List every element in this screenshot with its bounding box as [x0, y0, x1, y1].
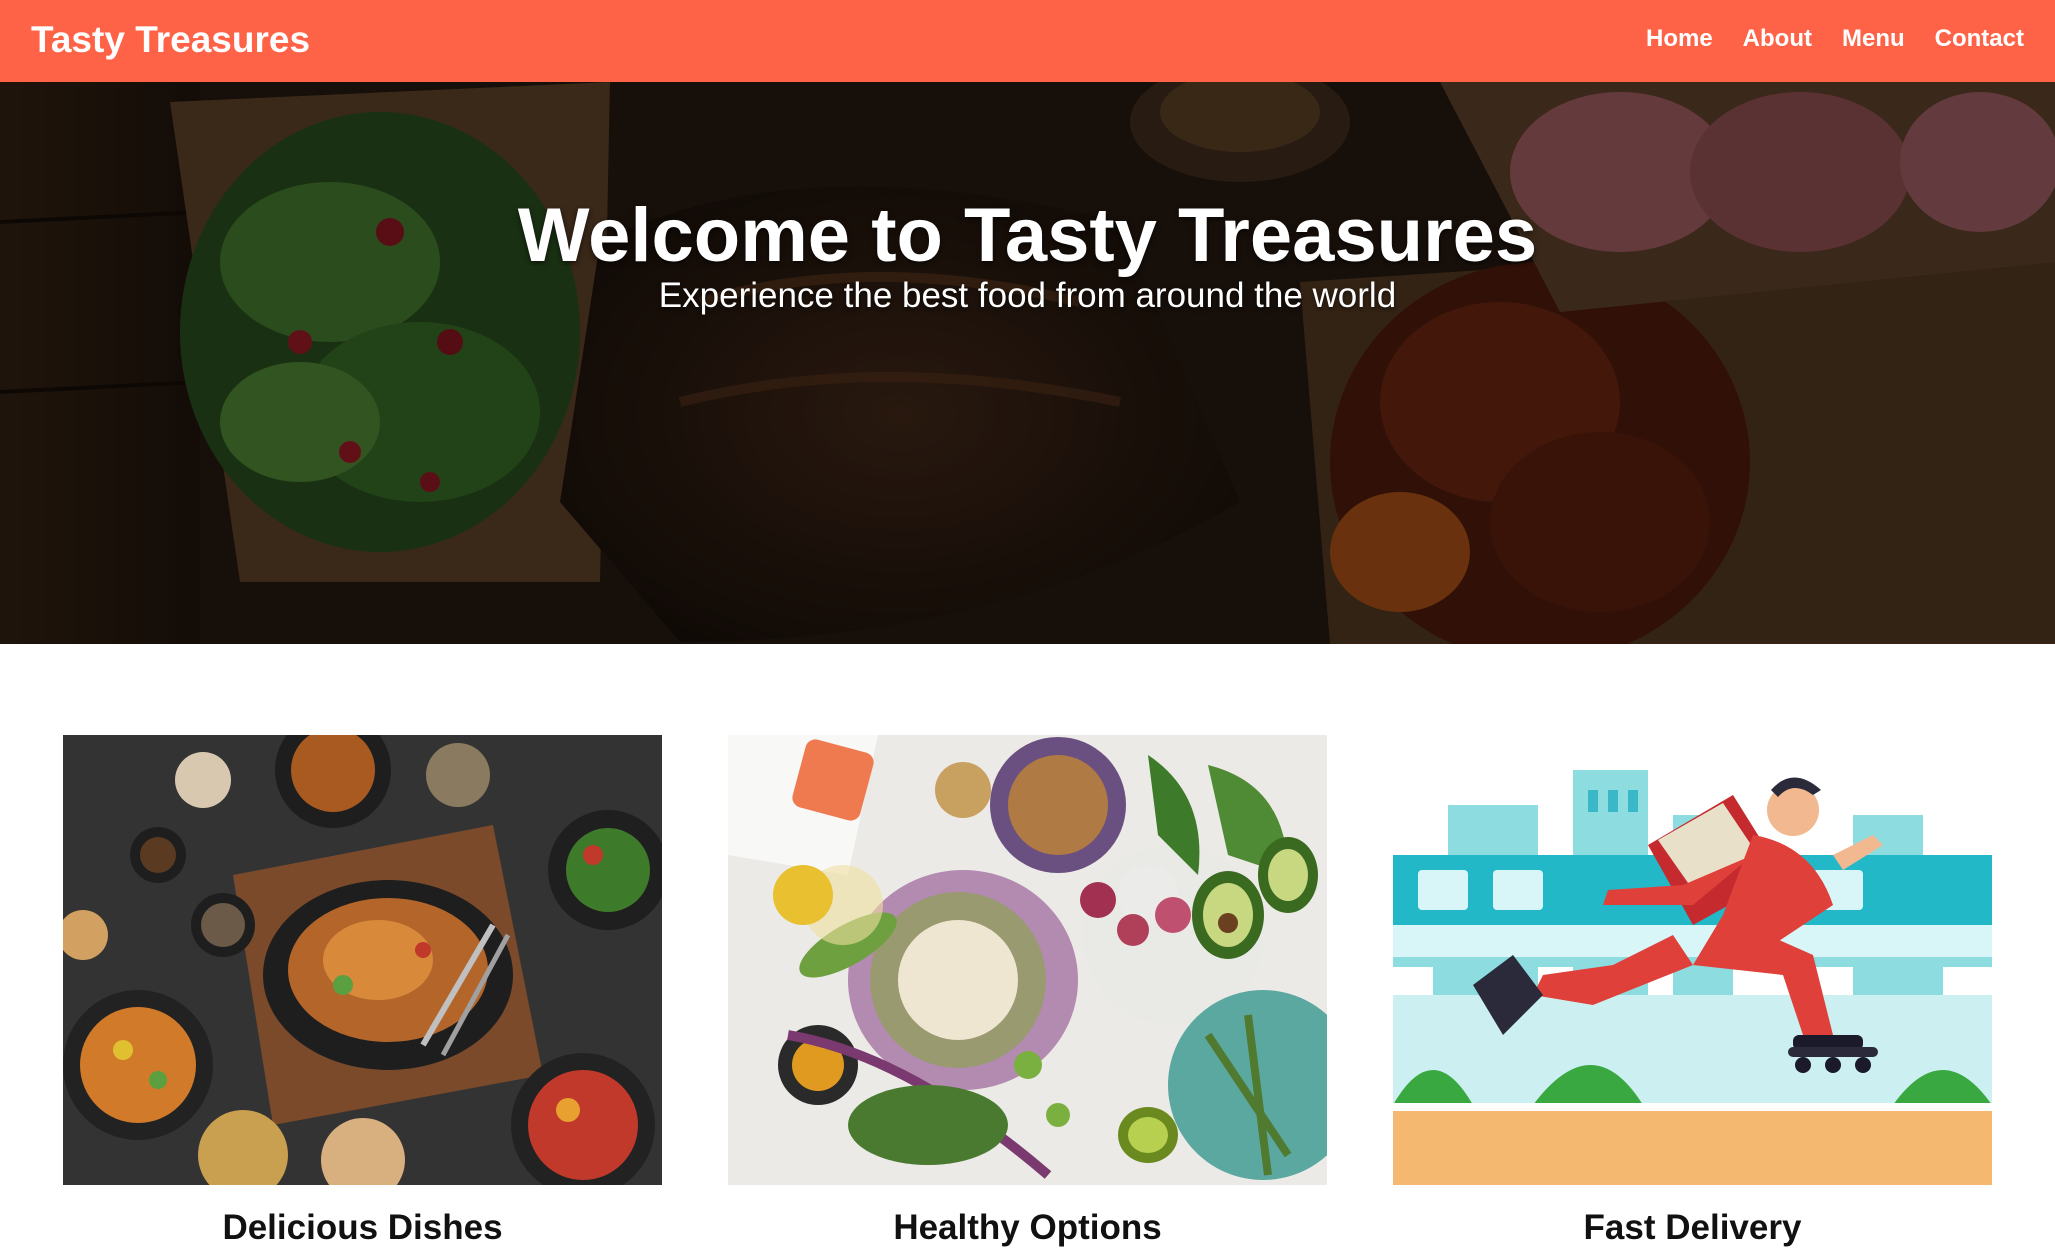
- brand-logo-text[interactable]: Tasty Treasures: [31, 19, 310, 61]
- feature-card-delicious-dishes: Delicious Dishes: [63, 735, 662, 1253]
- feature-caption-healthy-options: Healthy Options: [893, 1208, 1162, 1247]
- nav-about-link[interactable]: About: [1743, 24, 1812, 54]
- main-nav: Home About Menu Contact: [1646, 24, 2024, 54]
- fast-delivery-illustration: [1393, 735, 1992, 1185]
- top-navbar: Tasty Treasures Home About Menu Contact: [0, 0, 2055, 82]
- nav-contact-link[interactable]: Contact: [1935, 24, 2024, 54]
- delicious-dishes-image: [63, 735, 662, 1185]
- feature-caption-delicious-dishes: Delicious Dishes: [222, 1208, 503, 1247]
- nav-home-link[interactable]: Home: [1646, 24, 1713, 54]
- hero-food-background-image: [0, 82, 2055, 644]
- healthy-options-image: [728, 735, 1327, 1185]
- hero-title: Welcome to Tasty Treasures: [517, 193, 1538, 278]
- feature-card-healthy-options: Healthy Options: [728, 735, 1327, 1253]
- feature-caption-fast-delivery: Fast Delivery: [1583, 1208, 1802, 1247]
- feature-card-fast-delivery: Fast Delivery: [1393, 735, 1992, 1253]
- hero-subtitle: Experience the best food from around the…: [658, 276, 1397, 315]
- hero-banner: Welcome to Tasty Treasures Experience th…: [0, 82, 2055, 644]
- nav-menu-link[interactable]: Menu: [1842, 24, 1905, 54]
